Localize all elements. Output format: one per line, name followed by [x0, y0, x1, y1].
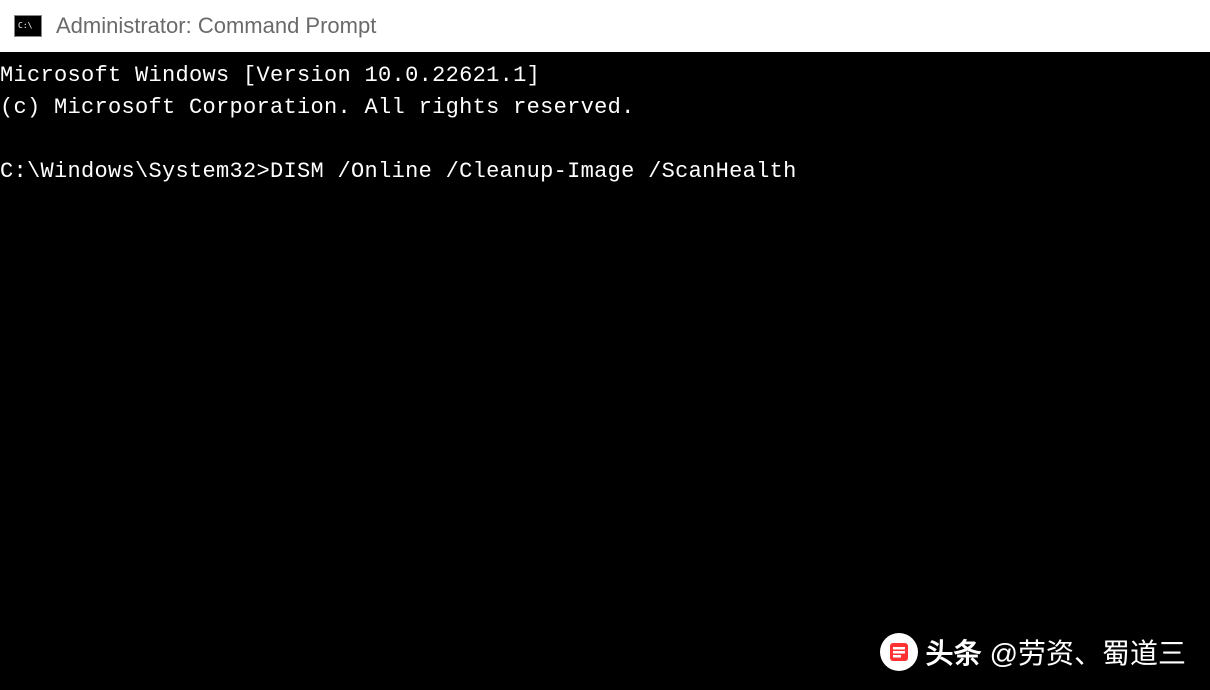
terminal-blank-line	[0, 124, 1210, 156]
terminal-copyright-line: (c) Microsoft Corporation. All rights re…	[0, 92, 1210, 124]
terminal-prompt: C:\Windows\System32>	[0, 159, 270, 184]
watermark: 头条 @劳资、蜀道三	[880, 632, 1186, 672]
watermark-brand: 头条	[926, 632, 982, 672]
window-title: Administrator: Command Prompt	[56, 13, 376, 39]
terminal-prompt-line: C:\Windows\System32>DISM /Online /Cleanu…	[0, 156, 1210, 188]
cmd-icon	[14, 15, 42, 37]
terminal-version-line: Microsoft Windows [Version 10.0.22621.1]	[0, 60, 1210, 92]
terminal-output[interactable]: Microsoft Windows [Version 10.0.22621.1]…	[0, 52, 1210, 188]
toutiao-logo-icon	[880, 633, 918, 671]
terminal-command: DISM /Online /Cleanup-Image /ScanHealth	[270, 159, 797, 184]
window-titlebar[interactable]: Administrator: Command Prompt	[0, 0, 1210, 52]
watermark-user: @劳资、蜀道三	[990, 632, 1186, 672]
